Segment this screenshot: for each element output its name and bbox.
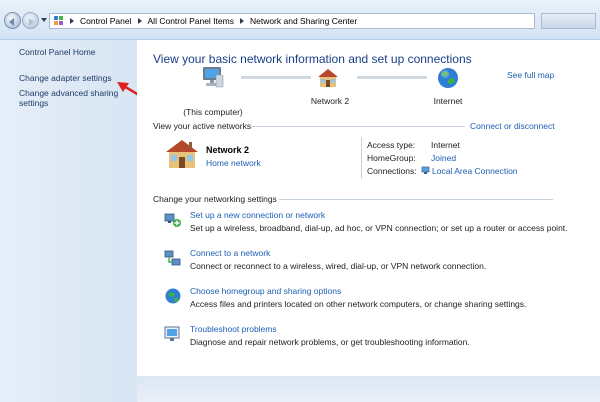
connect-or-disconnect-link[interactable]: Connect or disconnect — [470, 121, 555, 131]
troubleshoot-link[interactable]: Troubleshoot problems — [190, 324, 277, 334]
homegroup-sharing-icon — [165, 288, 181, 304]
map-link-line — [357, 76, 427, 79]
homegroup-joined-link[interactable]: Joined — [431, 153, 456, 163]
breadcrumb-all-items[interactable]: All Control Panel Items — [148, 16, 234, 26]
map-link-line — [241, 76, 311, 79]
breadcrumb-separator-icon — [137, 18, 142, 24]
see-full-map-link[interactable]: See full map — [507, 70, 554, 80]
task-setup-connection: Set up a new connection or network Set u… — [164, 210, 584, 236]
setup-connection-link[interactable]: Set up a new connection or network — [190, 210, 325, 220]
main-panel: View your basic network information and … — [137, 40, 600, 376]
breadcrumb-separator-icon — [239, 18, 244, 24]
setup-connection-description: Set up a wireless, broadband, dial-up, a… — [190, 223, 568, 233]
map-label-computer: (This computer) — [183, 107, 243, 117]
homegroup-sharing-description: Access files and printers located on oth… — [190, 299, 527, 309]
map-label-network: Network 2 — [310, 96, 350, 106]
access-type-label: Access type: — [367, 140, 416, 150]
back-button[interactable] — [4, 12, 21, 29]
window-bottom-edge — [137, 376, 600, 402]
connect-network-link[interactable]: Connect to a network — [190, 248, 270, 258]
address-bar[interactable]: Control Panel All Control Panel Items Ne… — [49, 13, 535, 29]
forward-button[interactable] — [22, 12, 39, 29]
breadcrumb-separator-icon — [70, 18, 74, 24]
local-area-connection-icon — [421, 166, 430, 174]
network-type-link[interactable]: Home network — [206, 158, 261, 168]
active-networks-title: View your active networks — [153, 121, 252, 131]
breadcrumb-control-panel[interactable]: Control Panel — [80, 16, 132, 26]
page-title: View your basic network information and … — [153, 52, 472, 66]
home-network-icon — [318, 69, 338, 87]
networking-settings-title: Change your networking settings — [153, 194, 277, 204]
setup-connection-icon — [164, 213, 181, 227]
connect-network-icon — [164, 250, 181, 266]
homegroup-sharing-link[interactable]: Choose homegroup and sharing options — [190, 286, 341, 296]
connections-label: Connections: — [367, 166, 417, 176]
internet-globe-icon — [438, 68, 458, 88]
task-homegroup-sharing: Choose homegroup and sharing options Acc… — [164, 286, 584, 312]
access-type-value: Internet — [431, 140, 460, 150]
breadcrumb-network-sharing-center[interactable]: Network and Sharing Center — [250, 16, 357, 26]
task-connect-network: Connect to a network Connect or reconnec… — [164, 248, 584, 274]
window-controls — [541, 13, 596, 29]
map-label-internet: Internet — [433, 96, 463, 106]
local-area-connection-link[interactable]: Local Area Connection — [432, 166, 518, 176]
homegroup-label: HomeGroup: — [367, 153, 416, 163]
network-house-icon — [166, 140, 198, 168]
address-bar-region: Control Panel All Control Panel Items Ne… — [0, 0, 600, 40]
section-divider — [251, 126, 465, 127]
task-troubleshoot: Troubleshoot problems Diagnose and repai… — [164, 324, 584, 350]
computer-icon — [203, 67, 224, 88]
section-divider — [279, 199, 553, 200]
info-divider — [361, 137, 362, 179]
active-network-name: Network 2 — [206, 145, 250, 155]
sidebar-control-panel-home[interactable]: Control Panel Home — [19, 47, 137, 57]
recent-pages-dropdown-icon[interactable] — [41, 18, 47, 25]
connect-network-description: Connect or reconnect to a wireless, wire… — [190, 261, 487, 271]
control-panel-icon — [54, 16, 64, 26]
troubleshoot-icon — [164, 326, 180, 341]
troubleshoot-description: Diagnose and repair network problems, or… — [190, 337, 470, 347]
